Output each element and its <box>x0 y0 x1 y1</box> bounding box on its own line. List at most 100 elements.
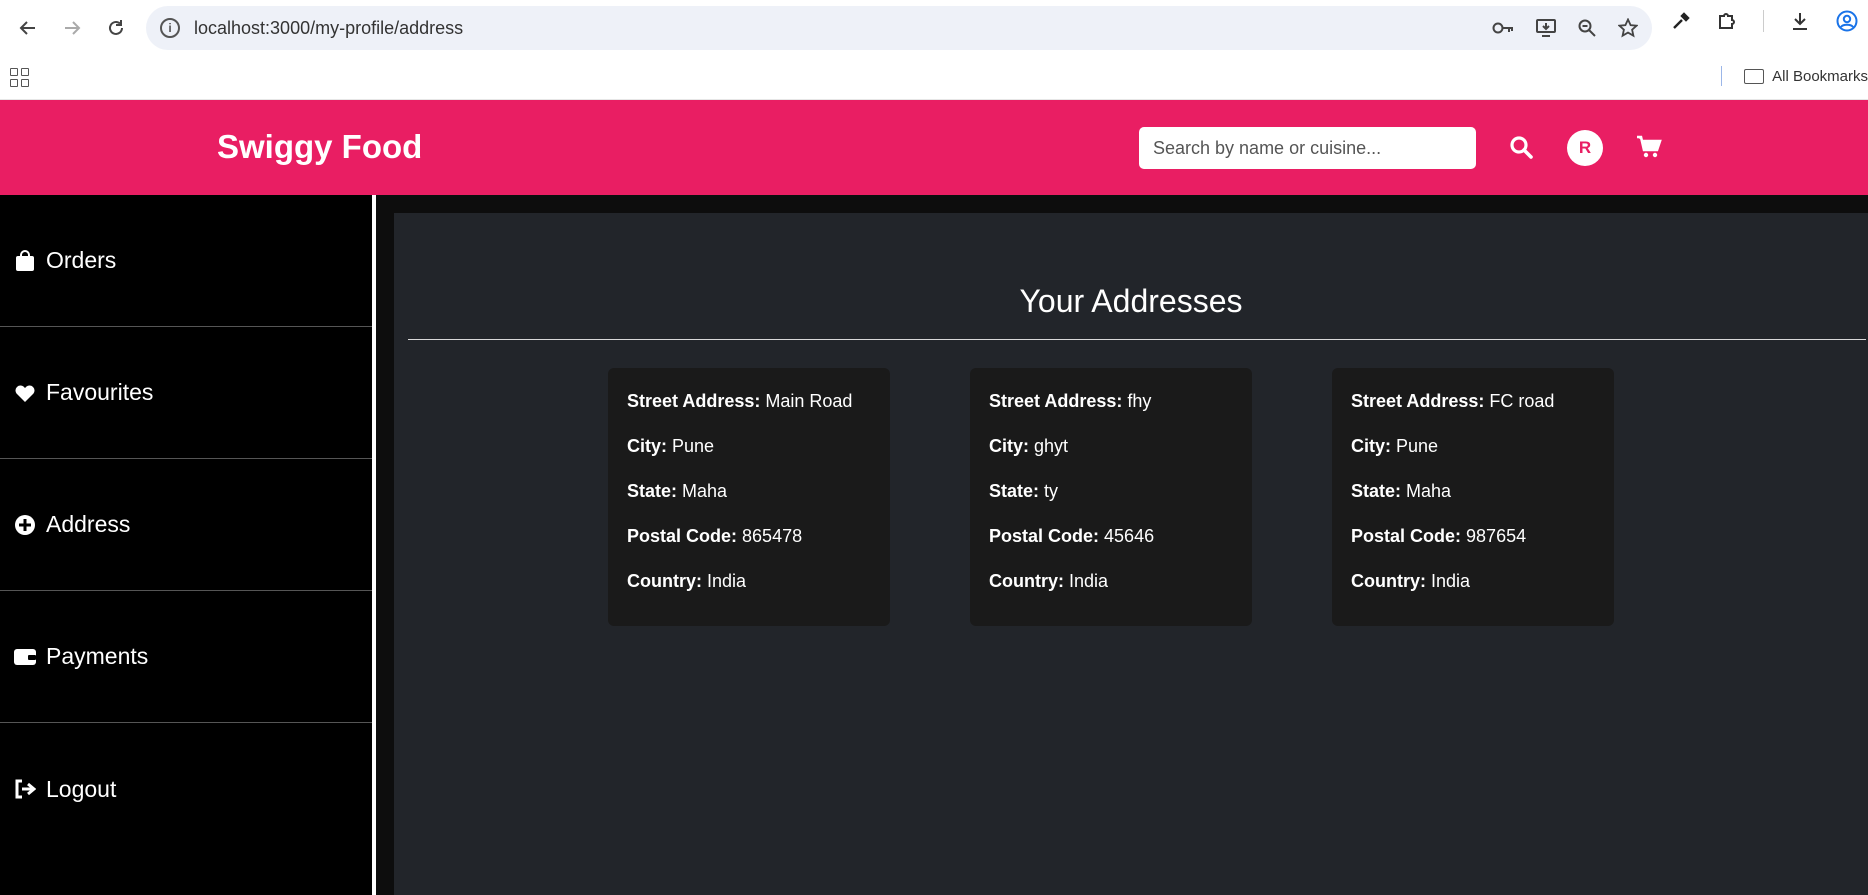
postal-value: 987654 <box>1466 526 1527 546</box>
star-icon[interactable] <box>1618 18 1638 38</box>
profile-sidebar: Orders Favourites Address Payments Logou… <box>0 195 374 895</box>
country-label: Country: <box>1351 571 1426 591</box>
postal-row: Postal Code: 987654 <box>1351 525 1595 570</box>
city-row: City: Pune <box>1351 435 1595 480</box>
address-card: Street Address: FC road City: Pune State… <box>1332 368 1614 626</box>
download-icon[interactable] <box>1790 11 1810 31</box>
sidebar-item-label: Logout <box>46 775 117 802</box>
sidebar-item-label: Favourites <box>46 379 154 405</box>
country-value: India <box>1431 571 1471 591</box>
city-label: City: <box>989 436 1029 456</box>
address-card: Street Address: fhy City: ghyt State: ty… <box>970 368 1252 626</box>
street-label: Street Address: <box>627 391 761 411</box>
sidebar-item-orders[interactable]: Orders <box>0 195 372 327</box>
state-label: State: <box>627 481 678 501</box>
state-label: State: <box>989 481 1040 501</box>
avatar[interactable]: R <box>1567 130 1603 166</box>
city-label: City: <box>627 436 667 456</box>
brand-logo[interactable]: Swiggy Food <box>217 128 422 166</box>
wallet-icon <box>14 646 36 668</box>
sidebar-item-payments[interactable]: Payments <box>0 591 372 723</box>
state-value: Maha <box>682 481 728 501</box>
city-row: City: Pune <box>627 435 871 480</box>
plus-circle-icon <box>14 514 36 536</box>
arrow-left-icon <box>19 21 35 35</box>
state-label: State: <box>1351 481 1402 501</box>
divider <box>408 339 1866 340</box>
extension-icons <box>1671 10 1858 32</box>
cart-button[interactable] <box>1632 130 1666 164</box>
city-value: ghyt <box>1034 436 1069 456</box>
city-value: Pune <box>1396 436 1439 456</box>
street-row: Street Address: FC road <box>1351 390 1595 435</box>
postal-label: Postal Code: <box>1351 526 1462 546</box>
address-panel: Your Addresses Street Address: Main Road… <box>394 213 1868 895</box>
address-card: Street Address: Main Road City: Pune Sta… <box>608 368 890 626</box>
street-label: Street Address: <box>989 391 1123 411</box>
country-row: Country: India <box>989 570 1233 615</box>
install-app-icon[interactable] <box>1536 19 1556 37</box>
city-label: City: <box>1351 436 1391 456</box>
reload-icon <box>109 20 123 35</box>
main-content: Your Addresses Street Address: Main Road… <box>376 195 1868 895</box>
page-title: Your Addresses <box>1019 283 1243 319</box>
search-button[interactable] <box>1504 130 1538 164</box>
country-row: Country: India <box>1351 570 1595 615</box>
sign-out-icon <box>14 778 36 800</box>
heart-icon <box>14 382 36 404</box>
reload-button[interactable] <box>98 10 134 46</box>
back-button[interactable] <box>10 10 46 46</box>
address-bar[interactable]: i localhost:3000/my-profile/address <box>146 6 1652 50</box>
street-value: FC road <box>1489 391 1555 411</box>
sidebar-item-favourites[interactable]: Favourites <box>0 327 372 459</box>
sidebar-item-label: Address <box>46 511 131 537</box>
site-info-icon[interactable]: i <box>160 18 180 38</box>
toolbar-separator <box>1763 10 1764 32</box>
state-row: State: Maha <box>1351 480 1595 525</box>
puzzle-icon[interactable] <box>1717 11 1737 31</box>
url-text[interactable]: localhost:3000/my-profile/address <box>194 18 463 39</box>
sidebar-item-label: Orders <box>46 247 117 273</box>
profile-icon[interactable] <box>1836 10 1858 32</box>
bookmarks-separator <box>1721 66 1723 86</box>
street-value: fhy <box>1127 391 1152 411</box>
key-icon[interactable] <box>1492 21 1514 35</box>
postal-value: 865478 <box>742 526 803 546</box>
eyedropper-icon[interactable] <box>1671 11 1691 31</box>
postal-value: 45646 <box>1104 526 1155 546</box>
search-icon <box>1510 136 1533 159</box>
postal-row: Postal Code: 865478 <box>627 525 871 570</box>
sidebar-item-label: Payments <box>46 643 149 669</box>
sidebar-item-logout[interactable]: Logout <box>0 723 372 855</box>
state-value: ty <box>1044 481 1059 501</box>
street-row: Street Address: fhy <box>989 390 1233 435</box>
state-row: State: Maha <box>627 480 871 525</box>
apps-grid-icon[interactable] <box>10 68 29 87</box>
postal-label: Postal Code: <box>627 526 738 546</box>
country-value: India <box>707 571 747 591</box>
state-value: Maha <box>1406 481 1452 501</box>
browser-toolbar: i localhost:3000/my-profile/address <box>0 0 1868 56</box>
country-label: Country: <box>989 571 1064 591</box>
street-row: Street Address: Main Road <box>627 390 871 435</box>
shopping-cart-icon <box>1637 135 1662 158</box>
search-input[interactable] <box>1139 127 1476 169</box>
country-row: Country: India <box>627 570 871 615</box>
postal-row: Postal Code: 45646 <box>989 525 1233 570</box>
city-value: Pune <box>672 436 715 456</box>
omnibox-actions <box>1492 6 1638 50</box>
folder-icon <box>1744 68 1765 84</box>
all-bookmarks-button[interactable]: All Bookmarks <box>1721 66 1868 86</box>
postal-label: Postal Code: <box>989 526 1100 546</box>
country-label: Country: <box>627 571 702 591</box>
shopping-bag-icon <box>14 249 36 272</box>
city-row: City: ghyt <box>989 435 1233 480</box>
arrow-right-icon <box>65 21 81 35</box>
bookmarks-bar: All Bookmarks <box>0 56 1868 100</box>
app-header: Swiggy Food R <box>0 100 1868 195</box>
street-value: Main Road <box>765 391 853 411</box>
forward-button[interactable] <box>54 10 90 46</box>
state-row: State: ty <box>989 480 1233 525</box>
sidebar-item-address[interactable]: Address <box>0 459 372 591</box>
zoom-icon[interactable] <box>1578 19 1596 37</box>
